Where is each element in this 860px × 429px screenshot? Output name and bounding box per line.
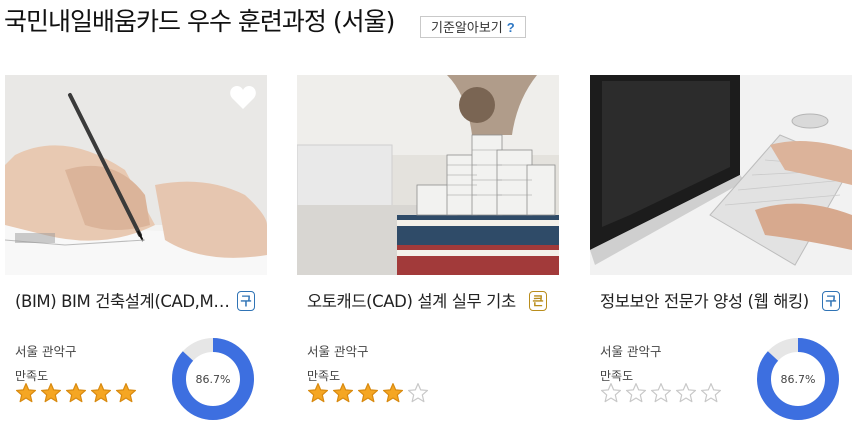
star-filled-icon [15, 383, 37, 403]
heart-icon[interactable] [229, 85, 257, 111]
course-thumbnail[interactable] [590, 75, 852, 275]
completion-rate-label: 86.7% [781, 373, 816, 386]
course-thumbnail[interactable] [297, 75, 559, 275]
course-card[interactable]: 오토캐드(CAD) 설계 실무 기초 큰 서울 관악구 만족도 [297, 75, 559, 425]
course-title[interactable]: (BIM) BIM 건축설계(CAD,MAX,Revit) [15, 288, 237, 312]
star-empty-icon [407, 383, 429, 403]
star-filled-icon [90, 383, 112, 403]
star-filled-icon [357, 383, 379, 403]
star-filled-icon [332, 383, 354, 403]
course-type-badge: 큰 [529, 291, 547, 311]
completion-rate-chart: 86.7% [757, 338, 839, 420]
course-title[interactable]: 정보보안 전문가 양성 (웹 해킹) [600, 288, 822, 312]
course-location: 서울 관악구 [600, 344, 662, 359]
star-empty-icon [700, 383, 722, 403]
rating-stars [15, 382, 137, 404]
rating-stars [307, 382, 429, 404]
criteria-button-label: 기준알아보기 [431, 20, 503, 35]
star-empty-icon [625, 383, 647, 403]
rating-stars [600, 382, 722, 404]
architecture-model-image [297, 75, 559, 275]
star-filled-icon [40, 383, 62, 403]
completion-rate-label: 86.7% [196, 373, 231, 386]
star-filled-icon [307, 383, 329, 403]
course-location: 서울 관악구 [307, 344, 369, 359]
star-filled-icon [65, 383, 87, 403]
star-filled-icon [115, 383, 137, 403]
course-type-badge: 구 [237, 291, 255, 311]
course-card[interactable]: (BIM) BIM 건축설계(CAD,MAX,Revit) 구 서울 관악구 만… [5, 75, 267, 425]
course-title[interactable]: 오토캐드(CAD) 설계 실무 기초 [307, 288, 529, 312]
star-filled-icon [382, 383, 404, 403]
drawing-image [5, 75, 267, 275]
course-location: 서울 관악구 [15, 344, 77, 359]
section-title: 국민내일배움카드 우수 훈련과정 (서울) [4, 7, 395, 36]
star-empty-icon [650, 383, 672, 403]
course-type-badge: 구 [822, 291, 840, 311]
completion-rate-chart: 86.7% [172, 338, 254, 420]
star-empty-icon [675, 383, 697, 403]
star-empty-icon [600, 383, 622, 403]
keyboard-typing-image [590, 75, 852, 275]
course-card[interactable]: 정보보안 전문가 양성 (웹 해킹) 구 서울 관악구 만족도 86.7% [590, 75, 852, 425]
criteria-button[interactable]: 기준알아보기? [420, 16, 526, 38]
course-thumbnail[interactable] [5, 75, 267, 275]
help-icon: ? [506, 20, 515, 35]
